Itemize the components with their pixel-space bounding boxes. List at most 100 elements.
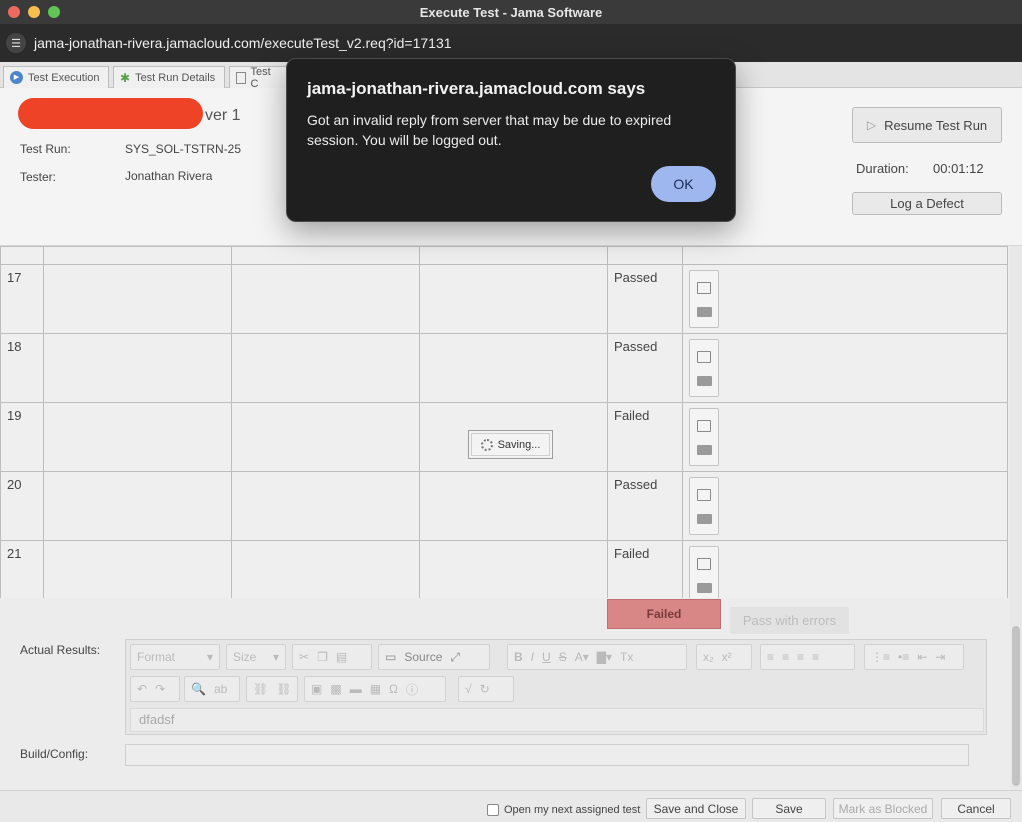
unlink-icon[interactable]: ⛓ — [276, 682, 291, 696]
folder-icon[interactable] — [696, 375, 712, 386]
ok-button[interactable]: OK — [651, 166, 716, 202]
actual-results-input[interactable]: dfadsf — [130, 708, 984, 732]
info-icon[interactable]: ⓘ — [406, 681, 418, 698]
resume-test-run-button[interactable]: ▷ Resume Test Run — [852, 107, 1002, 143]
align-left-icon[interactable]: ≡ — [767, 650, 774, 664]
add-image-icon[interactable] — [697, 488, 711, 501]
italic-icon[interactable]: I — [531, 650, 534, 664]
align-center-icon[interactable]: ≡ — [782, 650, 789, 664]
link-icon[interactable]: ⛓ — [253, 682, 268, 696]
spellcheck-icon[interactable]: √ — [465, 682, 472, 696]
close-window-button[interactable] — [8, 6, 20, 18]
justify-icon[interactable]: ≡ — [812, 650, 819, 664]
replace-icon[interactable]: ab — [214, 682, 227, 696]
subscript-icon[interactable]: x₂ — [703, 650, 714, 664]
test-run-label: Test Run: — [20, 142, 71, 156]
bg-color-icon[interactable]: ▇▾ — [597, 650, 612, 664]
step-status: Failed — [607, 402, 683, 472]
insert-item-icon[interactable]: ▣ — [311, 682, 322, 696]
script-group: x₂ x² — [696, 644, 752, 670]
bold-icon[interactable]: B — [514, 650, 523, 664]
pass-with-errors-button[interactable]: Pass with errors — [730, 607, 849, 634]
tab-test-execution[interactable]: ▶ Test Execution — [3, 66, 109, 88]
superscript-icon[interactable]: x² — [722, 650, 732, 664]
mark-as-blocked-button[interactable]: Mark as Blocked — [833, 798, 933, 819]
size-dropdown[interactable]: Size ▾ — [226, 644, 286, 670]
text-color-icon[interactable]: A▾ — [575, 650, 589, 664]
link-group: ⛓ ⛓ — [246, 676, 298, 702]
play-circle-icon: ▶ — [10, 71, 23, 84]
list-group: ⋮≡ •≡ ⇤ ⇥ — [864, 644, 964, 670]
redo-icon[interactable]: ↷ — [155, 682, 165, 696]
clear-format-icon[interactable]: Tx — [620, 650, 633, 664]
log-defect-button[interactable]: Log a Defect — [852, 192, 1002, 215]
zoom-window-button[interactable] — [48, 6, 60, 18]
tab-test-run-details[interactable]: ✱ Test Run Details — [113, 66, 225, 88]
check-group: √ ↻ — [458, 676, 514, 702]
next-test-checkbox[interactable] — [487, 804, 499, 816]
format-dropdown[interactable]: Format ▾ — [130, 644, 220, 670]
cut-icon[interactable]: ✂ — [299, 650, 309, 664]
address-bar: ☰ jama-jonathan-rivera.jamacloud.com/exe… — [0, 24, 1022, 62]
table-row: 21 Failed — [0, 540, 1008, 598]
numbered-list-icon[interactable]: ⋮≡ — [871, 650, 890, 664]
align-right-icon[interactable]: ≡ — [797, 650, 804, 664]
add-image-icon[interactable] — [697, 350, 711, 363]
table-row: 20 Passed — [0, 471, 1008, 541]
indent-icon[interactable]: ⇥ — [935, 650, 945, 664]
build-config-input[interactable] — [125, 744, 969, 766]
special-char-icon[interactable]: Ω — [389, 682, 398, 696]
scrollbar-thumb[interactable] — [1012, 626, 1020, 786]
site-settings-icon[interactable]: ☰ — [6, 33, 26, 53]
add-image-icon[interactable] — [697, 557, 711, 570]
refresh-icon[interactable]: ↻ — [480, 682, 490, 696]
add-image-icon[interactable] — [697, 281, 711, 294]
document-icon[interactable]: ▭ — [385, 650, 396, 664]
dialog-message: Got an invalid reply from server that ma… — [307, 112, 672, 148]
bulleted-list-icon[interactable]: •≡ — [898, 650, 909, 664]
step-number: 21 — [0, 540, 44, 598]
attachment-controls — [689, 339, 719, 397]
attachment-controls — [689, 546, 719, 598]
url-text[interactable]: jama-jonathan-rivera.jamacloud.com/execu… — [34, 35, 452, 51]
table-icon[interactable]: ▦ — [370, 682, 381, 696]
minimize-window-button[interactable] — [28, 6, 40, 18]
step-number: 20 — [0, 471, 44, 541]
build-config-label: Build/Config: — [20, 747, 89, 761]
failed-button[interactable]: Failed — [607, 599, 721, 629]
folder-icon[interactable] — [696, 582, 712, 593]
page-scrollbar[interactable] — [1010, 246, 1022, 791]
folder-icon[interactable]: ▬ — [350, 682, 362, 696]
text-style-group: B I U S A▾ ▇▾ Tx — [507, 644, 687, 670]
chevron-down-icon: ▾ — [272, 650, 279, 664]
insert-image-icon[interactable]: ▩ — [330, 682, 341, 696]
strike-icon[interactable]: S — [559, 650, 567, 664]
attachment-controls — [689, 477, 719, 535]
chevron-down-icon: ▾ — [206, 650, 213, 664]
cancel-button[interactable]: Cancel — [941, 798, 1011, 819]
tester-label: Tester: — [20, 170, 57, 184]
save-and-close-button[interactable]: Save and Close — [646, 798, 746, 819]
find-icon[interactable]: 🔍 — [191, 682, 206, 696]
undo-icon[interactable]: ↶ — [137, 682, 147, 696]
folder-icon[interactable] — [696, 513, 712, 524]
folder-icon[interactable] — [696, 306, 712, 317]
outdent-icon[interactable]: ⇤ — [917, 650, 927, 664]
copy-icon[interactable]: ❐ — [317, 650, 328, 664]
alert-dialog: jama-jonathan-rivera.jamacloud.com says … — [286, 58, 736, 222]
window-title: Execute Test - Jama Software — [419, 4, 603, 20]
step-number: 17 — [0, 264, 44, 334]
source-button[interactable]: Source — [404, 650, 442, 664]
maximize-icon[interactable]: ⤢ — [450, 650, 460, 665]
next-test-label[interactable]: Open my next assigned test — [504, 804, 640, 816]
paste-icon[interactable]: ▤ — [336, 650, 347, 664]
step-number: 18 — [0, 333, 44, 403]
tab-test-case[interactable]: Test C — [229, 66, 287, 88]
source-group: ▭ Source ⤢ — [378, 644, 490, 670]
save-button[interactable]: Save — [752, 798, 826, 819]
attachment-controls — [689, 270, 719, 328]
underline-icon[interactable]: U — [542, 650, 551, 664]
add-image-icon[interactable] — [697, 419, 711, 432]
document-icon — [236, 71, 246, 84]
folder-icon[interactable] — [696, 444, 712, 455]
